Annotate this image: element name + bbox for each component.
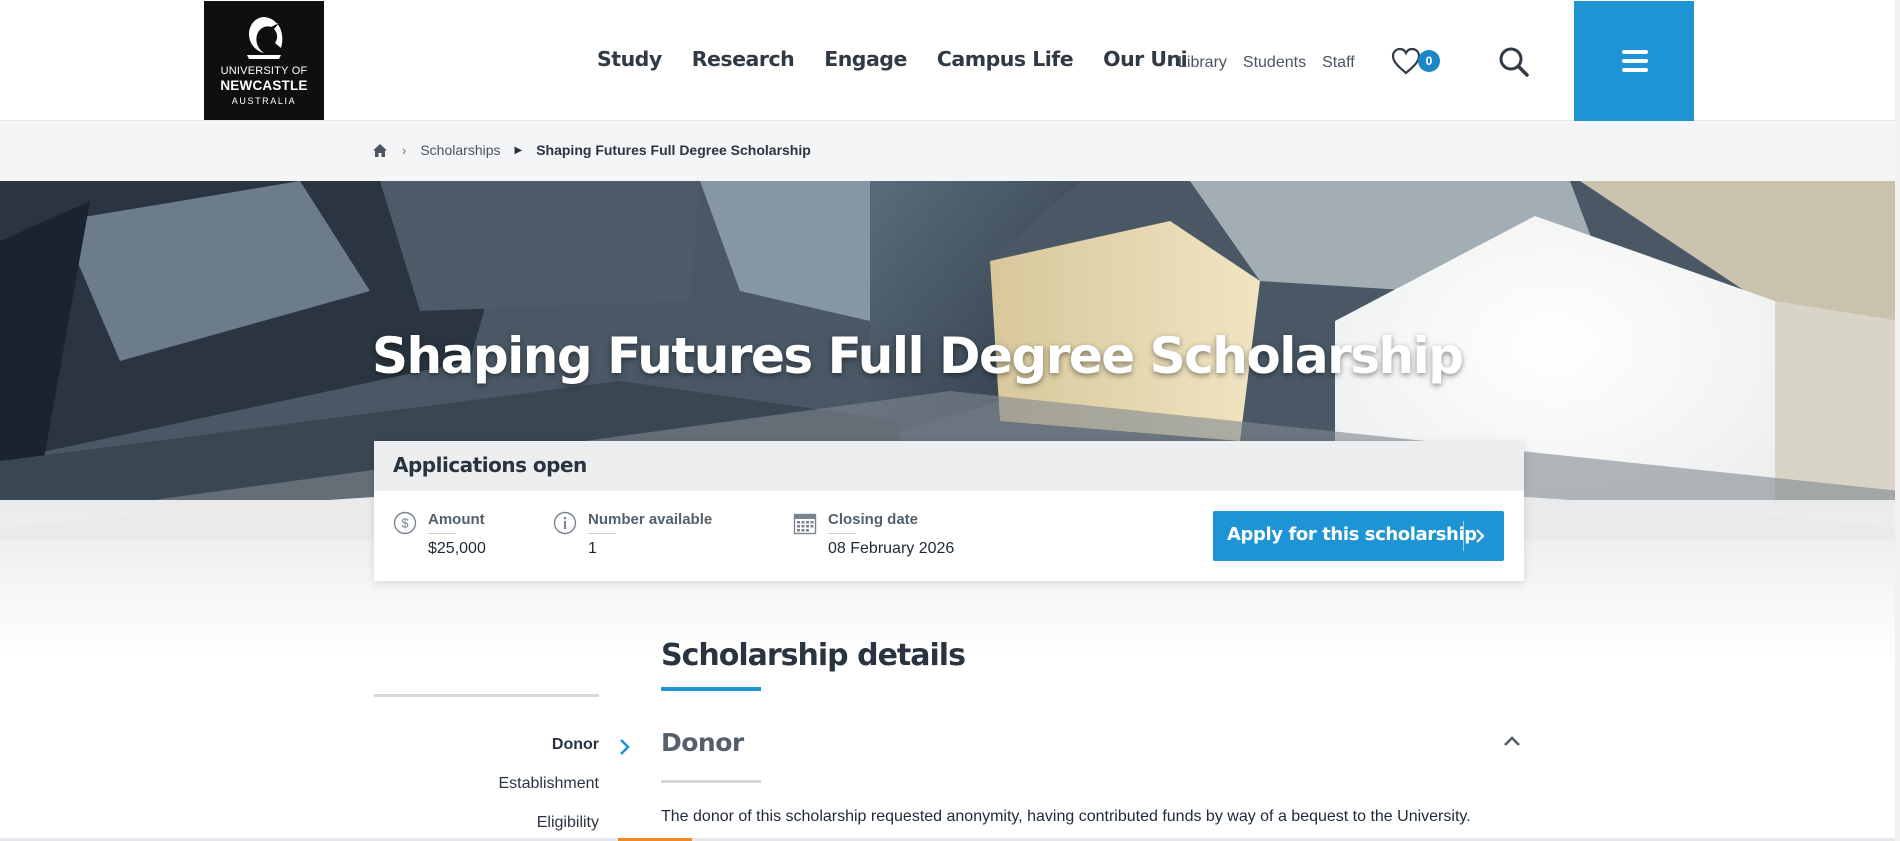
closing-date-label: Closing date xyxy=(828,511,919,534)
donor-section-heading: Donor xyxy=(661,728,744,757)
secondary-navigation: Library Students Staff xyxy=(1178,54,1371,72)
side-nav-donor[interactable]: Donor xyxy=(374,736,599,775)
chevron-up-icon[interactable] xyxy=(1502,734,1522,748)
number-available-value: 1 xyxy=(588,540,597,557)
chevron-right-icon xyxy=(1476,529,1485,543)
breadcrumb-scholarships[interactable]: Scholarships xyxy=(420,142,500,158)
hamburger-menu-icon xyxy=(1622,50,1648,54)
chevron-right-icon xyxy=(620,739,630,755)
hamburger-menu-icon-bar xyxy=(1622,59,1648,63)
favourites-button[interactable]: 0 xyxy=(1390,46,1440,76)
amount-label: Amount xyxy=(428,511,485,534)
logo-line-university-of: UNIVERSITY OF xyxy=(220,65,308,77)
heading-underline xyxy=(661,687,761,691)
nav-research[interactable]: Research xyxy=(692,47,795,71)
donor-description: The donor of this scholarship requested … xyxy=(661,808,1471,825)
favourites-count-badge: 0 xyxy=(1418,50,1440,72)
site-header: UNIVERSITY OF NEWCASTLE AUSTRALIA Study … xyxy=(0,0,1900,121)
side-nav-establishment[interactable]: Establishment xyxy=(374,775,600,814)
breadcrumb-separator-icon: › xyxy=(402,142,407,158)
nav-our-uni[interactable]: Our Uni xyxy=(1103,47,1188,71)
section-side-nav: Donor Establishment Eligibility xyxy=(374,736,600,841)
scrollbar[interactable] xyxy=(1895,0,1900,841)
nav-staff[interactable]: Staff xyxy=(1322,54,1355,72)
university-logo[interactable]: UNIVERSITY OF NEWCASTLE AUSTRALIA xyxy=(204,1,324,120)
apply-button-label: Apply for this scholarship xyxy=(1227,524,1477,545)
donor-heading-rule xyxy=(661,780,761,783)
logo-line-australia: AUSTRALIA xyxy=(231,96,297,106)
breadcrumb: › Scholarships ▶ Shaping Futures Full De… xyxy=(0,121,1900,181)
search-icon xyxy=(1499,47,1529,77)
amount-value: $25,000 xyxy=(428,540,486,557)
search-button[interactable] xyxy=(1498,46,1530,78)
number-available-label: Number available xyxy=(588,511,713,534)
dollar-circle-icon: $ xyxy=(393,511,417,535)
calendar-icon xyxy=(793,513,817,535)
application-status: Applications open xyxy=(374,441,1524,491)
horse-logo-icon xyxy=(247,17,283,59)
nav-students[interactable]: Students xyxy=(1243,54,1306,72)
apply-button[interactable]: Apply for this scholarship xyxy=(1213,511,1504,561)
breadcrumb-current: Shaping Futures Full Degree Scholarship xyxy=(536,142,811,158)
nav-study[interactable]: Study xyxy=(597,47,662,71)
closing-date-value: 08 February 2026 xyxy=(828,540,955,557)
breadcrumb-separator-icon: ▶ xyxy=(514,144,523,156)
menu-button[interactable] xyxy=(1574,1,1694,121)
side-nav-eligibility[interactable]: Eligibility xyxy=(374,814,599,841)
nav-library[interactable]: Library xyxy=(1178,54,1227,72)
page-title: Shaping Futures Full Degree Scholarship xyxy=(372,327,1464,385)
scholarship-details-heading: Scholarship details xyxy=(661,638,966,673)
main-navigation: Study Research Engage Campus Life Our Un… xyxy=(597,47,1217,71)
application-summary-card: Applications open $ Amount $25,000 Numbe… xyxy=(374,441,1524,581)
logo-line-newcastle: NEWCASTLE xyxy=(220,78,308,93)
apply-button-divider xyxy=(1463,521,1464,551)
side-nav-divider xyxy=(374,694,599,697)
home-icon[interactable] xyxy=(372,143,388,158)
nav-campus-life[interactable]: Campus Life xyxy=(937,47,1074,71)
nav-engage[interactable]: Engage xyxy=(824,47,907,71)
hamburger-menu-icon-bar xyxy=(1622,68,1648,72)
info-circle-icon xyxy=(553,511,577,535)
svg-text:$: $ xyxy=(401,516,409,531)
